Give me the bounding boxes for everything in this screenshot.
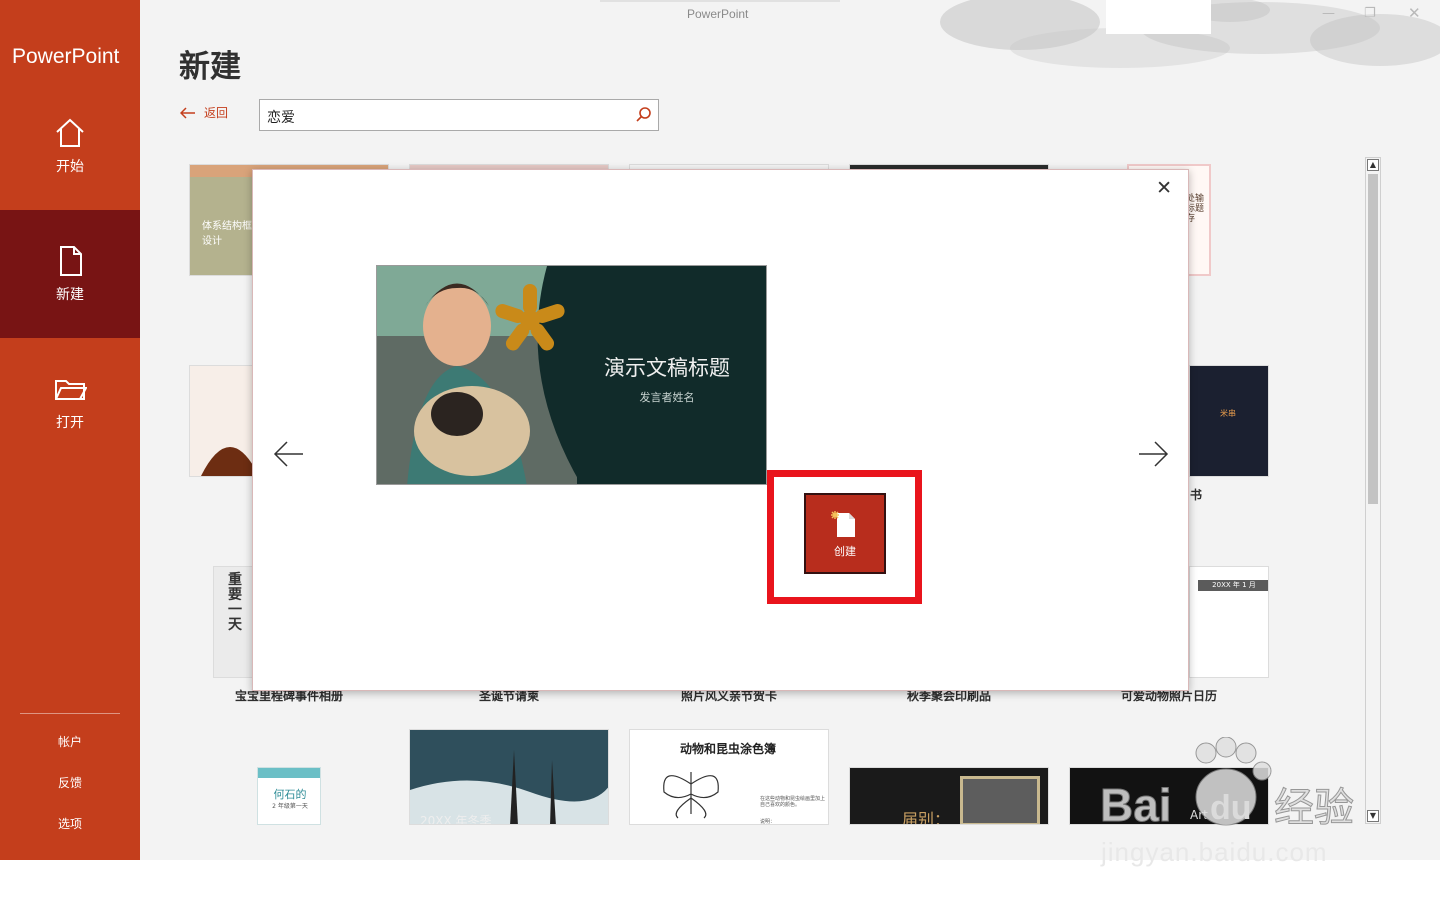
scroll-thumb[interactable]: [1368, 174, 1378, 504]
close-icon[interactable]: ✕: [1156, 177, 1172, 199]
template-thumb-text: Art: [1190, 808, 1208, 822]
back-label: 返回: [204, 106, 229, 120]
template-thumb-text: 20XX 年冬季: [420, 814, 492, 825]
back-button[interactable]: 返回: [180, 104, 228, 121]
template-card[interactable]: 米串: [1189, 365, 1269, 477]
sidebar-item-label: 打开: [56, 415, 84, 431]
new-file-icon: [60, 246, 82, 276]
template-thumb-text: 米串: [1220, 409, 1236, 418]
sidebar-item-open[interactable]: 打开: [0, 338, 140, 466]
sidebar-item-label: 新建: [56, 287, 84, 303]
template-thumb-art: [410, 730, 608, 824]
template-card[interactable]: 20XX 年 1 月: [1189, 566, 1269, 678]
create-button[interactable]: 创建: [804, 493, 886, 574]
app-brand: PowerPoint: [12, 45, 120, 68]
open-folder-icon: [55, 380, 87, 400]
template-scrollbar[interactable]: ▲ ▼: [1365, 157, 1381, 824]
sidebar-item-new[interactable]: 新建: [0, 210, 140, 338]
template-thumb-note: 说明：: [760, 819, 776, 825]
sidebar-account-link[interactable]: 帐户: [0, 733, 140, 750]
sidebar-options-link[interactable]: 选项: [0, 815, 140, 832]
sidebar-item-home[interactable]: 开始: [0, 82, 140, 210]
previous-arrow-icon[interactable]: [273, 438, 305, 470]
template-card[interactable]: 20XX 年冬季: [409, 729, 609, 825]
template-preview-dialog: ✕ 演示文稿标题 发言者姓名 创建: [252, 169, 1189, 691]
account-area[interactable]: [1106, 0, 1211, 34]
butterfly-art: [663, 772, 719, 819]
template-thumb-text: 重要一天: [228, 572, 242, 633]
titlebar-line: [600, 0, 840, 2]
template-card[interactable]: 何石的 2 年级第一天: [257, 767, 321, 825]
search-icon[interactable]: [635, 106, 653, 124]
scroll-down-arrow-icon[interactable]: ▼: [1367, 810, 1379, 822]
template-thumb-band: [258, 768, 320, 778]
window-title: PowerPoint: [687, 7, 749, 21]
next-arrow-icon[interactable]: [1137, 438, 1169, 470]
preview-title: 演示文稿标题: [604, 356, 730, 380]
new-document-icon: [831, 510, 855, 537]
minimize-icon[interactable]: —: [1322, 6, 1335, 21]
search-value: 恋爱: [267, 110, 295, 126]
arrow-left-icon: [180, 106, 195, 119]
powerpoint-window: PowerPoint 开始 新建 打开 帐户 反馈 选项 PowerPoint: [0, 0, 1440, 900]
template-thumb-text: 届别：: [902, 810, 951, 825]
template-card[interactable]: 动物和昆虫涂色簿 在这些动物和昆虫绘画里加上自己喜欢的颜色。 说明：: [629, 729, 829, 825]
template-thumb-text: 20XX 年 1 月: [1198, 580, 1268, 591]
sidebar: PowerPoint 开始 新建 打开 帐户 反馈 选项: [0, 0, 140, 860]
asterisk-icon: [495, 284, 565, 351]
sidebar-feedback-link[interactable]: 反馈: [0, 774, 140, 791]
scroll-up-arrow-icon[interactable]: ▲: [1367, 159, 1379, 171]
template-search-input[interactable]: 恋爱: [259, 99, 659, 131]
restore-icon[interactable]: ❐: [1364, 6, 1376, 21]
template-preview-image: 演示文稿标题 发言者姓名: [376, 265, 767, 485]
sidebar-item-label: 开始: [56, 159, 84, 175]
home-icon: [56, 118, 84, 147]
preview-subtitle: 发言者姓名: [639, 391, 695, 404]
template-card[interactable]: Art: [1069, 767, 1269, 825]
page-title: 新建: [179, 49, 241, 85]
template-card[interactable]: 届别：: [849, 767, 1049, 825]
template-thumb-sub: 2 年级第一天: [272, 803, 308, 810]
template-thumb-text: 动物和昆虫涂色簿: [679, 742, 776, 756]
template-thumb-sub: 在这些动物和昆虫绘画里加上自己喜欢的颜色。: [760, 796, 826, 808]
template-label: 书: [1190, 488, 1203, 502]
template-thumb-text: 何石的: [273, 788, 307, 801]
close-window-icon[interactable]: ✕: [1408, 4, 1421, 22]
create-label: 创建: [834, 544, 856, 558]
sidebar-divider: [20, 713, 120, 714]
template-thumb-frame: [960, 776, 1040, 824]
